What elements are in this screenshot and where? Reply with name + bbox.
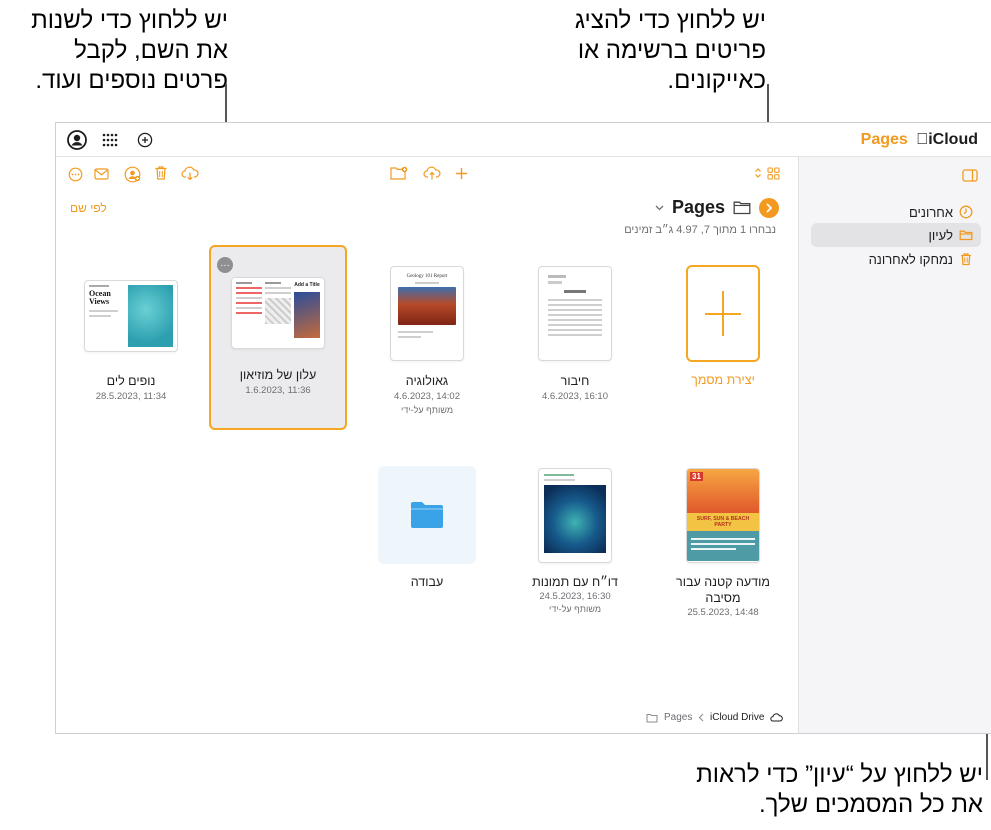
callout-line: את כל המסמכים שלך. bbox=[758, 791, 983, 818]
thumbnail-title: SURF, SUN & BEACH PARTY bbox=[687, 513, 759, 531]
document-date: 4.6.2023, 16:10 bbox=[541, 391, 609, 402]
document-name: דו״ח עם תמונות bbox=[532, 575, 618, 589]
account-icon[interactable] bbox=[66, 129, 88, 151]
clock-icon bbox=[959, 205, 973, 219]
thumbnail-image bbox=[398, 287, 456, 325]
document-thumbnail bbox=[538, 468, 612, 563]
upload-cloud-icon[interactable] bbox=[422, 164, 442, 182]
callout-view-toggle: יש ללחוץ כדי להציג פריטים ברשימה או כאיי… bbox=[575, 6, 766, 96]
callout-rename: יש ללחוץ כדי לשנות את השם, לקבל פרטים נו… bbox=[31, 6, 228, 96]
folder-card-work[interactable]: עבודה bbox=[358, 453, 496, 637]
breadcrumb: Pages bbox=[646, 712, 692, 723]
sidebar-item-browse[interactable]: לעיון bbox=[811, 223, 981, 247]
document-card-museum[interactable]: … Add a Title עלון של מוזיאון 1.6.2023, … bbox=[209, 245, 347, 430]
breadcrumb-separator-icon bbox=[698, 713, 704, 722]
document-thumbnail: 31 SURF, SUN & BEACH PARTY bbox=[686, 468, 760, 563]
callout-line: פרטים נוספים ועוד. bbox=[35, 67, 228, 94]
breadcrumb-root-label[interactable]: iCloud Drive bbox=[710, 712, 764, 723]
page-title: Pages bbox=[671, 197, 725, 217]
chevron-down-icon[interactable] bbox=[655, 205, 664, 211]
breadcrumb-folder-icon bbox=[646, 713, 658, 723]
callout-line: פריטים ברשימה או bbox=[577, 37, 766, 64]
callout-line: את השם, לקבל bbox=[74, 37, 228, 64]
document-date: 4.6.2023, 14:02 bbox=[393, 391, 461, 402]
document-card-essay[interactable]: חיבור 4.6.2023, 16:10 bbox=[506, 249, 644, 433]
document-date: 28.5.2023, 11:34 bbox=[95, 391, 167, 402]
document-browser: Pages נבחרו 1 מתוך 7, 4.97 ג״ב זמינים לפ… bbox=[56, 157, 798, 733]
download-cloud-icon[interactable] bbox=[180, 164, 200, 182]
grid-view-icon[interactable] bbox=[765, 165, 781, 181]
document-date: 1.6.2023, 11:36 bbox=[245, 385, 311, 396]
folder-icon bbox=[959, 228, 973, 242]
apps-grid-icon[interactable] bbox=[100, 130, 120, 150]
top-bar: Pages iCloud bbox=[56, 123, 991, 157]
new-folder-icon[interactable] bbox=[389, 164, 409, 182]
document-thumbnail bbox=[538, 266, 612, 361]
callout-line: יש ללחוץ על “עיון” כדי לראות bbox=[696, 761, 983, 788]
callout-line: יש ללחוץ כדי לשנות bbox=[31, 7, 228, 34]
add-icon[interactable] bbox=[452, 164, 470, 182]
document-card-ocean[interactable]: Ocean Views נופים לים 28.5.2023, 11:34 bbox=[62, 249, 200, 433]
document-name: יצירת מסמך bbox=[691, 373, 755, 387]
document-card-photo-report[interactable]: דו״ח עם תמונות 24.5.2023, 16:30 משותף על… bbox=[506, 453, 644, 637]
thumbnail-title: Add a Title bbox=[294, 282, 320, 288]
document-thumbnail: Ocean Views bbox=[84, 280, 178, 352]
folder-thumbnail bbox=[378, 466, 476, 564]
sidebar-item-recently-deleted[interactable]: נמחקו לאחרונה bbox=[811, 247, 981, 271]
thumbnail-title: Ocean Views bbox=[89, 289, 111, 306]
cloud-icon bbox=[770, 713, 784, 722]
callout-browse: יש ללחוץ על “עיון” כדי לראות את כל המסמכ… bbox=[696, 760, 983, 820]
add-circle-icon[interactable] bbox=[136, 131, 154, 149]
document-name: חיבור bbox=[560, 374, 590, 388]
brand-icloud: iCloud bbox=[928, 131, 978, 148]
breadcrumb-current[interactable]: Pages bbox=[664, 712, 692, 723]
trash-icon bbox=[959, 252, 973, 266]
thumbnail-title: Geology 101 Report bbox=[406, 274, 448, 279]
document-name: עלון של מוזיאון bbox=[239, 368, 317, 382]
breadcrumb-root[interactable]: iCloud Drive bbox=[698, 712, 784, 723]
document-name: גאולוגיה bbox=[405, 374, 449, 388]
selection-status: נבחרו 1 מתוך 7, 4.97 ג״ב זמינים bbox=[624, 224, 776, 236]
mail-icon[interactable] bbox=[92, 165, 110, 183]
more-options-icon[interactable] bbox=[66, 165, 84, 183]
thumbnail-image bbox=[544, 485, 606, 553]
shared-by-label: משותף על-ידי bbox=[549, 604, 601, 614]
back-button-icon[interactable] bbox=[759, 197, 779, 218]
document-thumbnail: Geology 101 Report bbox=[390, 266, 464, 361]
sidebar-item-label: אחרונים bbox=[908, 204, 953, 220]
sidebar-item-label: לעיון bbox=[928, 227, 953, 243]
sort-chevron-icon[interactable] bbox=[753, 165, 763, 181]
sort-by-name-button[interactable]: לפי שם bbox=[70, 201, 107, 215]
document-date: 25.5.2023, 14:48 bbox=[687, 607, 759, 618]
thumbnail-image bbox=[128, 285, 173, 347]
thumbnail-number: 31 bbox=[690, 472, 703, 481]
folder-icon bbox=[410, 501, 444, 529]
document-date: 24.5.2023, 16:30 bbox=[539, 591, 611, 602]
app-brand: Pages iCloud bbox=[861, 131, 978, 149]
document-card-new[interactable]: יצירת מסמך bbox=[654, 249, 792, 433]
callout-line: יש ללחוץ כדי להציג bbox=[574, 7, 766, 34]
document-card-party[interactable]: 31 SURF, SUN & BEACH PARTY מודעה קטנה עב… bbox=[654, 453, 792, 637]
document-name: נופים לים bbox=[106, 374, 156, 388]
document-more-button[interactable]: … bbox=[217, 257, 233, 273]
document-name: מודעה קטנה עבור מסיבה bbox=[676, 575, 770, 605]
sidebar: אחרונים לעיון נמחקו לאחרונה bbox=[798, 157, 991, 733]
brand-pages: Pages bbox=[860, 131, 908, 148]
apple-logo-icon:  bbox=[916, 131, 928, 148]
document-thumbnail: Add a Title bbox=[231, 277, 325, 349]
sidebar-item-label: נמחקו לאחרונה bbox=[868, 251, 953, 267]
folder-title[interactable]: Pages bbox=[655, 197, 779, 218]
shared-by-label: משותף על-ידי bbox=[401, 405, 453, 415]
callout-line: כאייקונים. bbox=[667, 67, 766, 94]
folder-title-icon bbox=[733, 200, 751, 215]
app-window: Pages iCloud אחרונים לעיון נמחקו לאחרונ… bbox=[55, 122, 991, 734]
document-name: עבודה bbox=[410, 575, 444, 589]
create-document-button[interactable] bbox=[686, 265, 760, 362]
thumbnail-image: 31 bbox=[687, 469, 759, 513]
sidebar-toggle-icon[interactable] bbox=[961, 167, 979, 183]
collaborate-icon[interactable] bbox=[122, 164, 142, 184]
document-card-geology[interactable]: Geology 101 Report גאולוגיה 4.6.2023, 14… bbox=[358, 249, 496, 433]
delete-icon[interactable] bbox=[152, 164, 170, 182]
sidebar-item-recents[interactable]: אחרונים bbox=[811, 200, 981, 224]
